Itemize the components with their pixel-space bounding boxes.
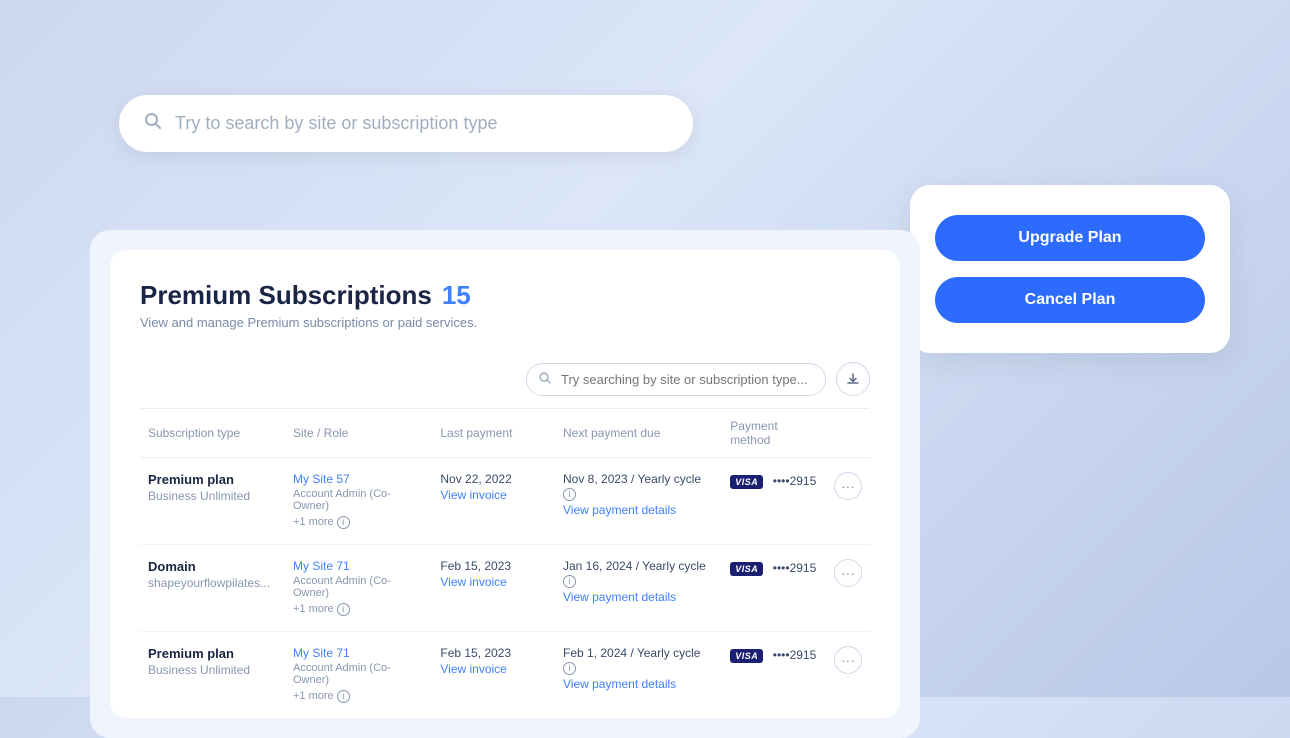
card-title-count: 15: [442, 280, 471, 311]
site-link[interactable]: My Site 57: [293, 472, 424, 486]
row-more-button[interactable]: ···: [834, 646, 862, 674]
site-more: +1 more i: [293, 603, 350, 615]
table-row: Premium plan Business Unlimited My Site …: [140, 632, 870, 719]
search-placeholder: Try to search by site or subscription ty…: [175, 113, 497, 134]
table-row: Domain shapeyourflowpilates... My Site 7…: [140, 545, 870, 632]
card-dots: ••••2915: [773, 474, 817, 488]
info-icon[interactable]: i: [337, 603, 350, 616]
site-more: +1 more i: [293, 690, 350, 702]
col-header-actions: [826, 409, 870, 458]
next-payment-info-icon[interactable]: i: [563, 662, 576, 675]
sub-type-name: Premium plan: [148, 646, 277, 661]
last-payment-date: Feb 15, 2023: [440, 646, 547, 660]
last-payment-date: Feb 15, 2023: [440, 559, 547, 573]
view-invoice-link[interactable]: View invoice: [440, 662, 547, 676]
upgrade-plan-button[interactable]: Upgrade Plan: [935, 215, 1205, 261]
next-payment-date: Nov 8, 2023 / Yearly cycle i: [563, 472, 714, 501]
cancel-plan-button[interactable]: Cancel Plan: [935, 277, 1205, 323]
view-invoice-link[interactable]: View invoice: [440, 575, 547, 589]
table-search-wrap: [140, 350, 870, 409]
next-payment-date: Jan 16, 2024 / Yearly cycle i: [563, 559, 714, 588]
table-search-inner: [526, 363, 826, 396]
site-role: Account Admin (Co-Owner): [293, 488, 424, 512]
next-payment-info-icon[interactable]: i: [563, 575, 576, 588]
card-title-text: Premium Subscriptions: [140, 280, 432, 311]
row-more-button[interactable]: ···: [834, 559, 862, 587]
next-payment-info-icon[interactable]: i: [563, 488, 576, 501]
col-header-last: Last payment: [432, 409, 555, 458]
table-search-icon: [538, 371, 552, 388]
table-search-input[interactable]: [526, 363, 826, 396]
visa-badge: VISA: [730, 649, 763, 663]
visa-badge: VISA: [730, 562, 763, 576]
table-row: Premium plan Business Unlimited My Site …: [140, 458, 870, 545]
sub-type-detail: Business Unlimited: [148, 663, 277, 677]
sub-type-name: Domain: [148, 559, 277, 574]
col-header-site: Site / Role: [285, 409, 432, 458]
site-link[interactable]: My Site 71: [293, 646, 424, 660]
main-card: Premium Subscriptions 15 View and manage…: [90, 230, 920, 738]
inner-card: Premium Subscriptions 15 View and manage…: [110, 250, 900, 718]
card-dots: ••••2915: [773, 561, 817, 575]
action-card: Upgrade Plan Cancel Plan: [910, 185, 1230, 353]
sub-type-detail: Business Unlimited: [148, 489, 277, 503]
card-header: Premium Subscriptions 15 View and manage…: [140, 280, 870, 330]
info-icon[interactable]: i: [337, 516, 350, 529]
col-header-next: Next payment due: [555, 409, 722, 458]
sub-type-name: Premium plan: [148, 472, 277, 487]
site-role: Account Admin (Co-Owner): [293, 662, 424, 686]
download-button[interactable]: [836, 362, 870, 396]
next-payment-date: Feb 1, 2024 / Yearly cycle i: [563, 646, 714, 675]
col-header-sub: Subscription type: [140, 409, 285, 458]
search-bar: Try to search by site or subscription ty…: [119, 95, 693, 152]
search-container: Try to search by site or subscription ty…: [119, 95, 693, 152]
site-role: Account Admin (Co-Owner): [293, 575, 424, 599]
card-subtitle: View and manage Premium subscriptions or…: [140, 315, 870, 330]
site-link[interactable]: My Site 71: [293, 559, 424, 573]
sub-type-detail: shapeyourflowpilates...: [148, 576, 277, 590]
card-title: Premium Subscriptions 15: [140, 280, 870, 311]
view-invoice-link[interactable]: View invoice: [440, 488, 547, 502]
view-payment-details-link[interactable]: View payment details: [563, 590, 714, 604]
subscriptions-table: Subscription type Site / Role Last payme…: [140, 409, 870, 718]
card-dots: ••••2915: [773, 648, 817, 662]
view-payment-details-link[interactable]: View payment details: [563, 503, 714, 517]
view-payment-details-link[interactable]: View payment details: [563, 677, 714, 691]
row-more-button[interactable]: ···: [834, 472, 862, 500]
last-payment-date: Nov 22, 2022: [440, 472, 547, 486]
site-more: +1 more i: [293, 516, 350, 528]
visa-badge: VISA: [730, 475, 763, 489]
search-icon: [143, 111, 163, 136]
col-header-method: Payment method: [722, 409, 826, 458]
